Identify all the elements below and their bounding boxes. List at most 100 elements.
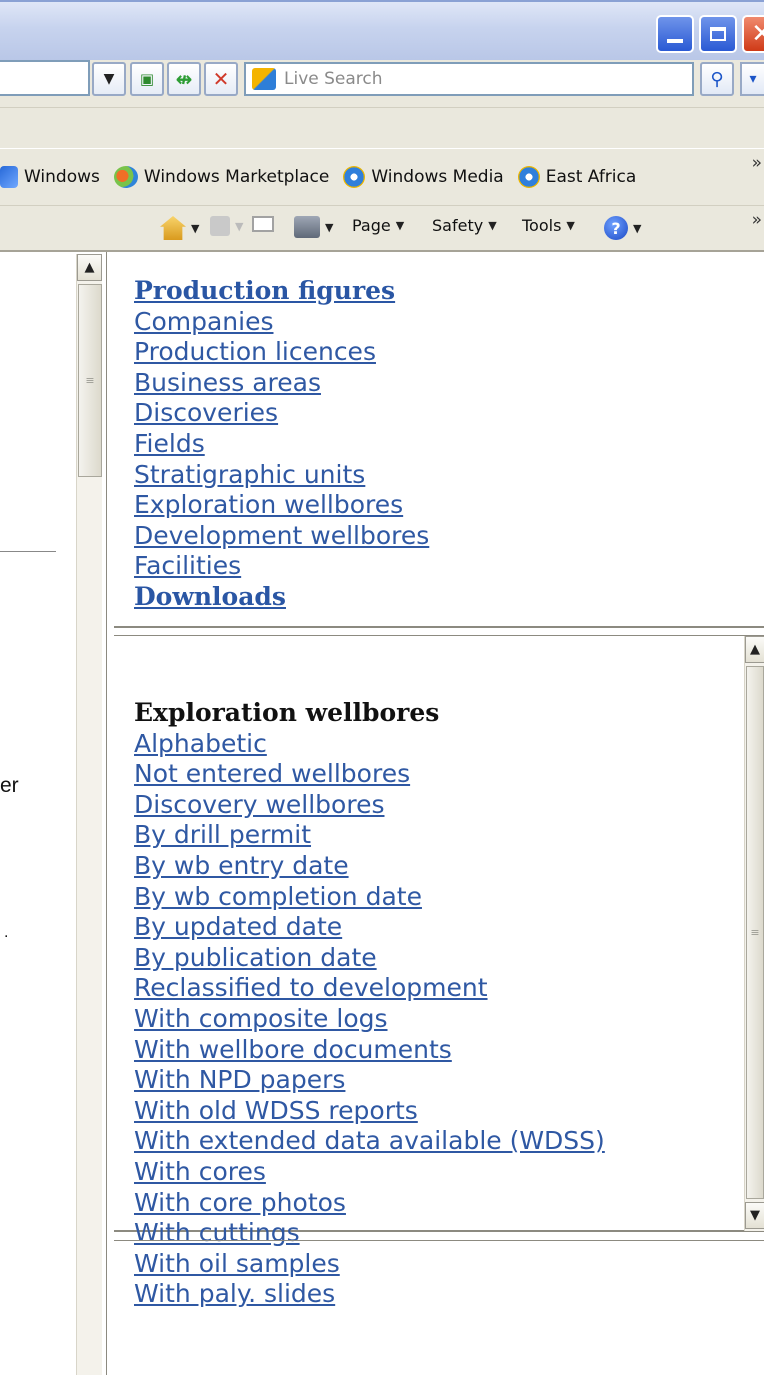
close-icon: ✕: [751, 19, 764, 49]
grip-icon: ≡: [750, 926, 760, 939]
read-mail-button[interactable]: [252, 216, 274, 232]
link-label: East Africa: [545, 167, 637, 187]
scroll-up-button[interactable]: ▲: [77, 254, 102, 281]
address-input[interactable]: [0, 60, 90, 96]
submenu: Exploration wellbores Alphabetic Not ent…: [134, 698, 605, 1310]
search-button[interactable]: ⚲: [700, 62, 734, 96]
nav-link-production-licences[interactable]: Production licences: [134, 337, 429, 368]
nav-link-exploration-wellbores[interactable]: Exploration wellbores: [134, 490, 429, 521]
nav-link-companies[interactable]: Companies: [134, 307, 429, 338]
scrollbar-thumb[interactable]: ≡: [78, 284, 102, 477]
compatibility-icon: ▣: [139, 70, 155, 88]
frame-divider[interactable]: [106, 252, 114, 1375]
refresh-button[interactable]: ↮: [167, 62, 201, 96]
submenu-link[interactable]: With wellbore documents: [134, 1035, 605, 1066]
submenu-link[interactable]: With NPD papers: [134, 1065, 605, 1096]
submenu-link[interactable]: By wb entry date: [134, 851, 605, 882]
link-windows[interactable]: Windows: [0, 166, 100, 188]
address-bar: ▼ ▣ ↮ ✕ Live Search ⚲ ▾: [0, 60, 764, 108]
chevron-down-icon: ▼: [103, 71, 115, 87]
tools-menu[interactable]: Tools ▼: [522, 216, 575, 235]
menu-bar: [0, 108, 764, 148]
stop-icon: ✕: [212, 67, 230, 91]
ie-page-icon: [343, 166, 366, 188]
links-overflow-chevron[interactable]: »: [752, 153, 762, 173]
address-dropdown-button[interactable]: ▼: [92, 62, 126, 96]
submenu-link[interactable]: With core photos: [134, 1188, 605, 1219]
safety-menu[interactable]: Safety ▼: [432, 216, 497, 235]
windows-icon: [0, 166, 18, 188]
mail-icon: [252, 216, 274, 232]
submenu-link[interactable]: With cores: [134, 1157, 605, 1188]
left-frame-scrollbar[interactable]: ▲ ≡: [76, 254, 102, 1375]
link-east-africa[interactable]: East Africa: [517, 166, 637, 188]
clipped-text: .: [4, 924, 9, 941]
scroll-down-button[interactable]: ▼: [745, 1202, 764, 1229]
nav-link-development-wellbores[interactable]: Development wellbores: [134, 521, 429, 552]
nav-link-production-figures[interactable]: Production figures: [134, 276, 429, 307]
nav-link-stratigraphic-units[interactable]: Stratigraphic units: [134, 460, 429, 491]
search-options-button[interactable]: ▾: [740, 62, 764, 96]
submenu-link[interactable]: By drill permit: [134, 820, 605, 851]
safety-menu-label: Safety: [432, 216, 484, 235]
help-menu[interactable]: ? ▼: [604, 216, 641, 240]
link-windows-marketplace[interactable]: Windows Marketplace: [113, 166, 330, 188]
chevron-up-icon: ▲: [84, 260, 95, 275]
link-label: Windows: [24, 167, 100, 187]
chevron-up-icon: ▲: [750, 642, 760, 657]
divider: [0, 551, 56, 552]
compatibility-view-button[interactable]: ▣: [130, 62, 164, 96]
left-frame: er . ▲ ≡: [0, 252, 106, 1375]
printer-icon: [294, 216, 320, 238]
title-bar: ✕: [0, 0, 764, 60]
chevron-down-icon: ▼: [325, 220, 334, 234]
submenu-link[interactable]: Reclassified to development: [134, 973, 605, 1004]
command-bar: ▼ ▼ ▼ Page ▼ Safety ▼ Tools ▼ ? ▼ »: [0, 206, 764, 252]
close-button[interactable]: ✕: [742, 15, 764, 53]
home-icon: [160, 216, 186, 240]
help-icon: ?: [604, 216, 628, 240]
chevron-down-icon: ▼: [488, 219, 497, 232]
command-overflow-chevron[interactable]: »: [752, 210, 762, 230]
links-bar: Windows Windows Marketplace Windows Medi…: [0, 148, 764, 206]
nav-link-facilities[interactable]: Facilities: [134, 551, 429, 582]
print-button[interactable]: ▼: [294, 216, 333, 238]
submenu-link[interactable]: Not entered wellbores: [134, 759, 605, 790]
submenu-link[interactable]: With extended data available (WDSS): [134, 1126, 605, 1157]
nav-link-business-areas[interactable]: Business areas: [134, 368, 429, 399]
nav-link-discoveries[interactable]: Discoveries: [134, 398, 429, 429]
content-frame: [114, 1240, 764, 1375]
link-windows-media[interactable]: Windows Media: [343, 166, 504, 188]
scroll-up-button[interactable]: ▲: [745, 636, 764, 663]
scrollbar-thumb[interactable]: ≡: [746, 666, 764, 1199]
submenu-link[interactable]: Alphabetic: [134, 729, 605, 760]
link-label: Windows Media: [371, 167, 504, 187]
link-label: Windows Marketplace: [143, 167, 330, 187]
nav-link-downloads[interactable]: Downloads: [134, 582, 429, 613]
live-search-logo-icon: [252, 68, 276, 90]
feeds-button[interactable]: ▼: [210, 216, 243, 236]
chevron-down-icon: ▼: [566, 219, 575, 232]
submenu-link[interactable]: With composite logs: [134, 1004, 605, 1035]
submenu-link[interactable]: By updated date: [134, 912, 605, 943]
page-content: er . ▲ ≡ Production figures Companies Pr…: [0, 252, 764, 1375]
minimize-button[interactable]: [656, 15, 694, 53]
home-button[interactable]: ▼: [160, 216, 199, 240]
submenu-link[interactable]: With old WDSS reports: [134, 1096, 605, 1127]
submenu-scrollbar[interactable]: ▲ ≡ ▼: [744, 636, 764, 1231]
clipped-text: er: [0, 774, 19, 797]
stop-button[interactable]: ✕: [204, 62, 238, 96]
chevron-down-icon: ▾: [749, 71, 757, 87]
restore-button[interactable]: [699, 15, 737, 53]
submenu-link[interactable]: By publication date: [134, 943, 605, 974]
page-menu[interactable]: Page ▼: [352, 216, 404, 235]
restore-icon: [710, 27, 726, 41]
page-menu-label: Page: [352, 216, 391, 235]
chevron-down-icon: ▼: [235, 219, 244, 233]
nav-link-fields[interactable]: Fields: [134, 429, 429, 460]
feed-icon: [210, 216, 230, 236]
tools-menu-label: Tools: [522, 216, 562, 235]
submenu-link[interactable]: Discovery wellbores: [134, 790, 605, 821]
submenu-link[interactable]: By wb completion date: [134, 882, 605, 913]
search-input[interactable]: Live Search: [244, 62, 694, 96]
